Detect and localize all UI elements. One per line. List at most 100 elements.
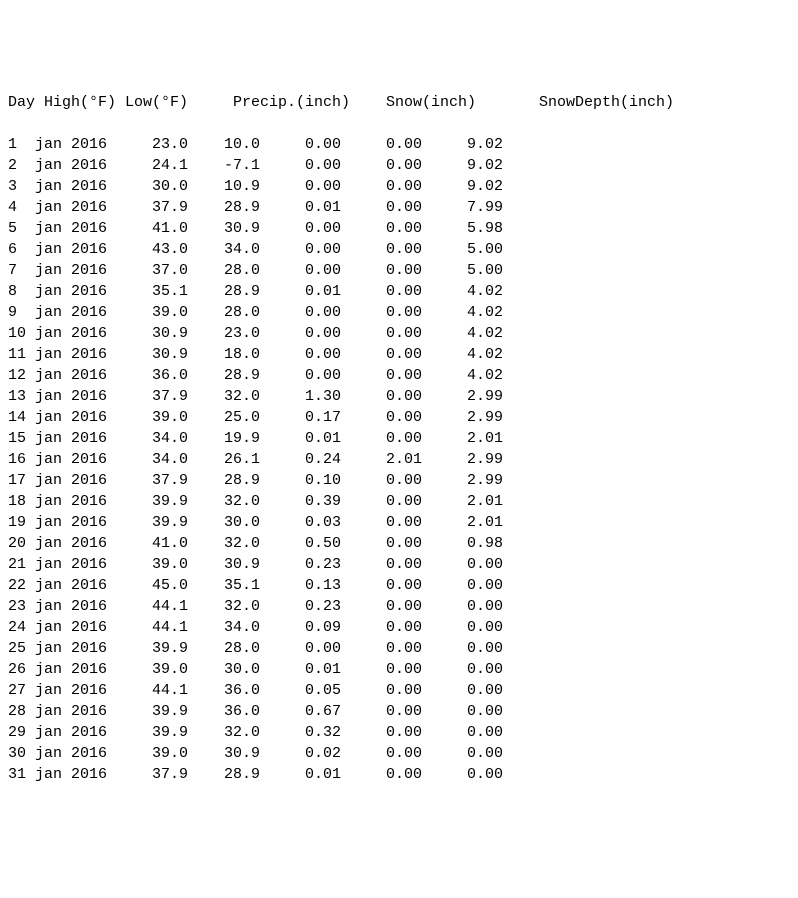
cell-precip: 0.00 (260, 239, 341, 260)
cell-snow: 0.00 (341, 701, 422, 722)
table-row: 15jan 201634.019.90.010.002.01 (8, 428, 790, 449)
cell-date: jan 2016 (35, 239, 116, 260)
cell-low: 28.9 (188, 281, 260, 302)
col-snow: Snow(inch) (386, 92, 476, 113)
table-row: 26jan 201639.030.00.010.000.00 (8, 659, 790, 680)
cell-depth: 0.00 (422, 575, 503, 596)
cell-high: 35.1 (116, 281, 188, 302)
cell-depth: 0.00 (422, 596, 503, 617)
cell-date: jan 2016 (35, 365, 116, 386)
cell-low: 30.9 (188, 743, 260, 764)
cell-day: 1 (8, 134, 35, 155)
cell-high: 30.9 (116, 344, 188, 365)
cell-date: jan 2016 (35, 428, 116, 449)
cell-day: 11 (8, 344, 35, 365)
cell-precip: 0.00 (260, 323, 341, 344)
cell-snow: 0.00 (341, 659, 422, 680)
cell-high: 39.9 (116, 491, 188, 512)
cell-day: 9 (8, 302, 35, 323)
cell-date: jan 2016 (35, 134, 116, 155)
cell-date: jan 2016 (35, 155, 116, 176)
cell-low: 30.9 (188, 218, 260, 239)
cell-low: 28.9 (188, 470, 260, 491)
cell-day: 15 (8, 428, 35, 449)
cell-precip: 0.23 (260, 554, 341, 575)
cell-low: 36.0 (188, 701, 260, 722)
table-header: DayHigh(°F)Low(°F)Precip.(inch)Snow(inch… (8, 92, 790, 113)
cell-precip: 0.10 (260, 470, 341, 491)
cell-day: 17 (8, 470, 35, 491)
cell-date: jan 2016 (35, 407, 116, 428)
cell-depth: 4.02 (422, 344, 503, 365)
cell-date: jan 2016 (35, 617, 116, 638)
cell-precip: 0.01 (260, 764, 341, 785)
cell-date: jan 2016 (35, 302, 116, 323)
cell-day: 30 (8, 743, 35, 764)
cell-day: 13 (8, 386, 35, 407)
cell-depth: 2.99 (422, 449, 503, 470)
cell-depth: 5.00 (422, 239, 503, 260)
table-row: 3jan 201630.010.90.000.009.02 (8, 176, 790, 197)
cell-day: 26 (8, 659, 35, 680)
cell-snow: 0.00 (341, 680, 422, 701)
table-row: 28jan 201639.936.00.670.000.00 (8, 701, 790, 722)
cell-high: 37.9 (116, 386, 188, 407)
cell-high: 39.0 (116, 743, 188, 764)
cell-low: 10.9 (188, 176, 260, 197)
cell-day: 10 (8, 323, 35, 344)
table-row: 31jan 201637.928.90.010.000.00 (8, 764, 790, 785)
cell-day: 6 (8, 239, 35, 260)
cell-high: 44.1 (116, 596, 188, 617)
cell-depth: 0.00 (422, 554, 503, 575)
cell-day: 27 (8, 680, 35, 701)
cell-snow: 0.00 (341, 470, 422, 491)
cell-depth: 0.00 (422, 764, 503, 785)
cell-high: 39.9 (116, 512, 188, 533)
cell-high: 39.9 (116, 638, 188, 659)
cell-low: 28.0 (188, 638, 260, 659)
table-row: 11jan 201630.918.00.000.004.02 (8, 344, 790, 365)
cell-day: 5 (8, 218, 35, 239)
cell-snow: 0.00 (341, 533, 422, 554)
cell-low: 19.9 (188, 428, 260, 449)
cell-date: jan 2016 (35, 323, 116, 344)
col-high: High(°F) (44, 92, 125, 113)
cell-snow: 2.01 (341, 449, 422, 470)
cell-date: jan 2016 (35, 176, 116, 197)
cell-day: 2 (8, 155, 35, 176)
cell-date: jan 2016 (35, 680, 116, 701)
cell-precip: 0.00 (260, 302, 341, 323)
cell-depth: 0.00 (422, 722, 503, 743)
cell-high: 39.9 (116, 701, 188, 722)
cell-precip: 0.01 (260, 659, 341, 680)
table-row: 4jan 201637.928.90.010.007.99 (8, 197, 790, 218)
cell-precip: 0.23 (260, 596, 341, 617)
cell-precip: 1.30 (260, 386, 341, 407)
cell-precip: 0.17 (260, 407, 341, 428)
table-row: 5jan 201641.030.90.000.005.98 (8, 218, 790, 239)
table-row: 13jan 201637.932.01.300.002.99 (8, 386, 790, 407)
cell-date: jan 2016 (35, 218, 116, 239)
cell-low: 28.0 (188, 302, 260, 323)
cell-date: jan 2016 (35, 386, 116, 407)
table-row: 8jan 201635.128.90.010.004.02 (8, 281, 790, 302)
cell-high: 37.9 (116, 197, 188, 218)
cell-snow: 0.00 (341, 428, 422, 449)
cell-precip: 0.02 (260, 743, 341, 764)
cell-day: 3 (8, 176, 35, 197)
cell-snow: 0.00 (341, 407, 422, 428)
cell-snow: 0.00 (341, 134, 422, 155)
table-row: 25jan 201639.928.00.000.000.00 (8, 638, 790, 659)
table-row: 22jan 201645.035.10.130.000.00 (8, 575, 790, 596)
col-low: Low(°F) (125, 92, 197, 113)
cell-snow: 0.00 (341, 596, 422, 617)
cell-precip: 0.01 (260, 197, 341, 218)
table-row: 23jan 201644.132.00.230.000.00 (8, 596, 790, 617)
cell-high: 23.0 (116, 134, 188, 155)
cell-day: 21 (8, 554, 35, 575)
table-row: 16jan 201634.026.10.242.012.99 (8, 449, 790, 470)
cell-low: 34.0 (188, 617, 260, 638)
cell-precip: 0.24 (260, 449, 341, 470)
cell-depth: 2.99 (422, 386, 503, 407)
cell-snow: 0.00 (341, 491, 422, 512)
